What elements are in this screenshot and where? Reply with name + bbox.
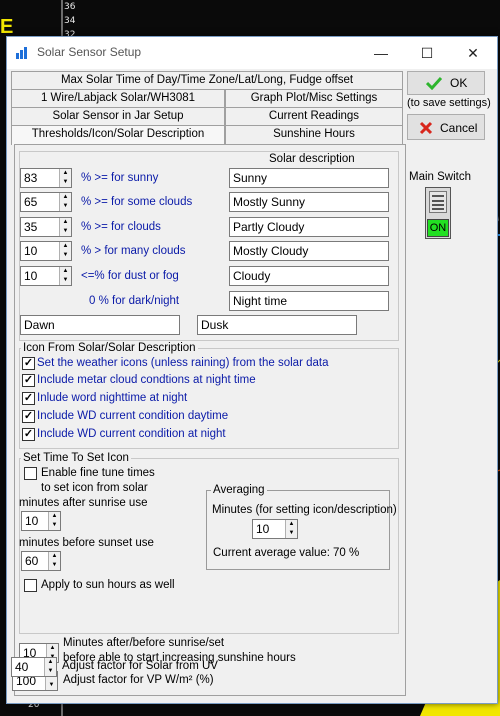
threshold-many-clouds-spinner[interactable]: 10 ▲ ▼ [20, 241, 72, 261]
tab-solar-jar[interactable]: Solar Sensor in Jar Setup [11, 107, 225, 125]
spinner-value: 83 [24, 171, 38, 185]
spinner-arrows-icon[interactable]: ▲▼ [59, 267, 71, 285]
uv-factor-label: Adjust factor for Solar from UV [62, 660, 218, 672]
threshold-some-clouds-spinner[interactable]: 65 ▲ ▼ [20, 192, 72, 212]
spinner-arrows-icon[interactable]: ▲▼ [59, 242, 71, 260]
apply-sun-hours-checkbox[interactable] [24, 579, 37, 592]
title-bar[interactable]: Solar Sensor Setup — ☐ ✕ [7, 37, 497, 69]
vp-factor-label: Adjust factor for VP W/m² (%) [63, 674, 214, 686]
dark-night-label: 0 % for dark/night [89, 295, 180, 307]
spinner-value: 10 [24, 269, 38, 283]
spinner-value: 65 [24, 195, 38, 209]
nighttime-word-label: Inlude word nighttime at night [37, 392, 188, 404]
tab-1wire-labjack[interactable]: 1 Wire/Labjack Solar/WH3081 [11, 89, 225, 107]
main-switch[interactable]: ON [425, 187, 451, 239]
tab-graph-plot[interactable]: Graph Plot/Misc Settings [225, 89, 403, 107]
spinner-value: 35 [24, 220, 38, 234]
ok-note: (to save settings) [407, 97, 491, 109]
current-average-label: Current average value: [213, 547, 330, 559]
check-icon [426, 76, 442, 90]
averaging-title: Averaging [211, 484, 267, 496]
set-weather-icons-label: Set the weather icons (unless raining) f… [37, 357, 329, 369]
wd-daytime-checkbox[interactable]: ✓ [22, 410, 35, 423]
axis-label: 36 [64, 2, 76, 12]
spinner-value: 10 [24, 244, 38, 258]
threshold-dust-fog-label: <=% for dust or fog [81, 270, 179, 282]
tab-current-readings[interactable]: Current Readings [225, 107, 403, 125]
maximize-button[interactable]: ☐ [404, 37, 450, 69]
switch-knob [429, 191, 447, 213]
threshold-clouds-label: % >= for clouds [81, 221, 161, 233]
fine-tune-label-1: Enable fine tune times [41, 467, 155, 479]
description-sunny-field[interactable]: Sunny [229, 168, 389, 188]
spinner-arrows-icon[interactable]: ▲▼ [48, 552, 60, 570]
solar-sensor-dialog: Solar Sensor Setup — ☐ ✕ Max Solar Time … [6, 36, 498, 704]
threshold-sunny-spinner[interactable]: 83 ▲ ▼ [20, 168, 72, 188]
wd-night-checkbox[interactable]: ✓ [22, 428, 35, 441]
threshold-some-clouds-label: % >= for some clouds [81, 196, 193, 208]
description-mostly-sunny-field[interactable]: Mostly Sunny [229, 192, 389, 212]
spinner-arrows-icon[interactable]: ▲▼ [44, 658, 56, 676]
current-average-value: 70 % [333, 547, 360, 559]
description-mostly-cloudy-field[interactable]: Mostly Cloudy [229, 241, 389, 261]
fine-tune-checkbox[interactable] [24, 467, 37, 480]
dawn-field[interactable]: Dawn [20, 315, 180, 335]
main-switch-label: Main Switch [409, 171, 471, 183]
cancel-x-icon [419, 121, 433, 135]
apply-sun-hours-label: Apply to sun hours as well [41, 579, 175, 591]
before-sunset-label: minutes before sunset use [19, 537, 154, 549]
metar-night-label: Include metar cloud condtions at night t… [37, 374, 256, 386]
spinner-arrows-icon[interactable]: ▲▼ [59, 218, 71, 236]
dusk-field[interactable]: Dusk [197, 315, 357, 335]
tab-thresholds[interactable]: Thresholds/Icon/Solar Description [11, 125, 225, 145]
cancel-button[interactable]: Cancel [407, 114, 485, 140]
switch-state: ON [427, 219, 449, 237]
description-cloudy-field[interactable]: Cloudy [229, 266, 389, 286]
description-night-field[interactable]: Night time [229, 291, 389, 311]
spinner-arrows-icon[interactable]: ▲▼ [59, 193, 71, 211]
spinner-arrows-icon[interactable]: ▲▼ [48, 512, 60, 530]
sunshine-minutes-label-1: Minutes after/before sunrise/set [63, 637, 225, 649]
spinner-value: 60 [25, 554, 39, 568]
threshold-sunny-label: % >= for sunny [81, 172, 159, 184]
metar-night-checkbox[interactable]: ✓ [22, 374, 35, 387]
wd-night-label: Include WD current condition at night [37, 428, 226, 440]
cancel-label: Cancel [440, 121, 478, 135]
wd-daytime-label: Include WD current condition daytime [37, 410, 229, 422]
threshold-many-clouds-label: % > for many clouds [81, 245, 186, 257]
spinner-arrows-icon[interactable]: ▲▼ [59, 169, 71, 187]
minimize-button[interactable]: — [358, 37, 404, 69]
nighttime-word-checkbox[interactable]: ✓ [22, 392, 35, 405]
tab-max-solar-time[interactable]: Max Solar Time of Day/Time Zone/Lat/Long… [11, 71, 403, 89]
uv-factor-spinner[interactable]: 40 ▲ ▼ [11, 657, 57, 677]
ok-label: OK [450, 76, 468, 90]
spinner-value: 40 [15, 660, 29, 674]
set-weather-icons-checkbox[interactable]: ✓ [22, 357, 35, 370]
averaging-minutes-spinner[interactable]: 10 ▲ ▼ [252, 519, 298, 539]
set-time-title: Set Time To Set Icon [21, 452, 131, 464]
tab-panel: Solar description 83 ▲ ▼ % >= for sunny S… [12, 144, 406, 696]
spinner-value: 10 [256, 522, 270, 536]
app-icon [16, 47, 27, 59]
before-sunset-spinner[interactable]: 60 ▲ ▼ [21, 551, 61, 571]
close-button[interactable]: ✕ [450, 37, 496, 69]
averaging-minutes-label: Minutes (for setting icon/description) [212, 504, 397, 516]
spinner-value: 10 [25, 514, 39, 528]
ok-button[interactable]: OK [407, 71, 485, 95]
after-sunrise-spinner[interactable]: 10 ▲ ▼ [21, 511, 61, 531]
spinner-arrows-icon[interactable]: ▲▼ [285, 520, 297, 538]
axis-label: 34 [64, 16, 76, 26]
icon-from-solar-title: Icon From Solar/Solar Description [21, 342, 198, 354]
solar-description-header: Solar description [269, 153, 355, 165]
threshold-dust-fog-spinner[interactable]: 10 ▲ ▼ [20, 266, 72, 286]
tab-sunshine-hours[interactable]: Sunshine Hours [225, 125, 403, 145]
fine-tune-label-2: to set icon from solar [41, 482, 148, 494]
after-sunrise-label: minutes after sunrise use [19, 497, 148, 509]
window-title: Solar Sensor Setup [37, 45, 142, 59]
threshold-clouds-spinner[interactable]: 35 ▲ ▼ [20, 217, 72, 237]
description-partly-cloudy-field[interactable]: Partly Cloudy [229, 217, 389, 237]
